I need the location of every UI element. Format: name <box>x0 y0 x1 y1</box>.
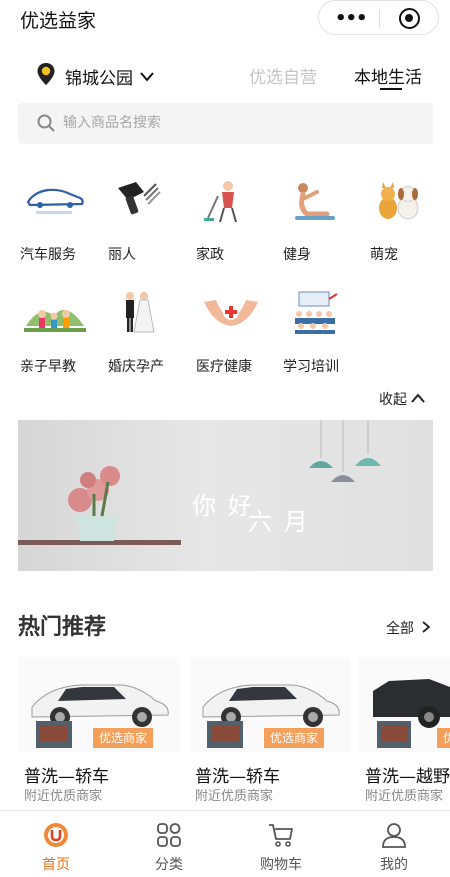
car-logo-icon <box>26 188 84 214</box>
category-label: 亲子早教 <box>20 359 76 375</box>
active-tab-indicator <box>380 88 402 90</box>
category-pets[interactable]: 萌宠 <box>370 178 450 278</box>
product-subtitle: 附近优质商家 <box>195 789 274 804</box>
tab-category[interactable]: 分类 <box>129 819 209 875</box>
medical-hands-icon <box>204 300 258 326</box>
family-icon <box>24 309 86 332</box>
tab-me[interactable]: 我的 <box>354 819 434 875</box>
app-title: 优选益家 <box>20 10 97 32</box>
bottom-tab-bar: 首页 分类 购物车 我的 <box>0 810 450 877</box>
cart-icon <box>269 824 293 847</box>
tab-label: 我的 <box>380 857 408 873</box>
close-target-icon[interactable] <box>399 8 420 29</box>
product-name: 普洗—轿车 <box>24 767 109 787</box>
tab-label: 首页 <box>42 857 70 873</box>
category-label: 医疗健康 <box>196 359 252 375</box>
section-title: 热门推荐 <box>18 615 107 640</box>
location-name[interactable]: 锦城公园 <box>65 64 133 89</box>
grid-icon <box>157 823 181 847</box>
category-fitness[interactable]: 健身 <box>283 178 363 278</box>
merchant-badge: 优选商家 <box>264 728 325 748</box>
search-icon <box>37 114 55 132</box>
product-name: 普洗—越野 <box>365 767 450 787</box>
yoga-icon <box>295 183 335 220</box>
view-all-label: 全部 <box>386 621 414 637</box>
user-icon <box>382 823 406 848</box>
product-card[interactable]: 优选商家 普洗—越野 附近优质商家 <box>359 657 450 807</box>
tab-label: 购物车 <box>260 857 302 873</box>
category-wedding[interactable]: 婚庆孕产 <box>108 290 188 390</box>
category-label: 婚庆孕产 <box>108 359 164 375</box>
search-input[interactable] <box>63 111 413 135</box>
chevron-down-icon[interactable] <box>140 70 154 84</box>
view-all-button[interactable]: 全部 <box>386 618 430 638</box>
more-menu-icon[interactable]: ••• <box>335 8 368 29</box>
category-label: 丽人 <box>108 247 136 263</box>
category-early-education[interactable]: 亲子早教 <box>20 290 100 390</box>
category-label: 萌宠 <box>370 247 398 263</box>
pets-icon <box>379 182 419 220</box>
chevron-right-icon <box>422 621 430 633</box>
tab-local-life[interactable]: 本地生活 <box>354 63 422 88</box>
title-bar: 优选益家 ••• <box>0 0 450 36</box>
category-label: 健身 <box>283 247 311 263</box>
category-housekeeping[interactable]: 家政 <box>196 178 276 278</box>
merchant-badge: 优选商家 <box>93 728 154 748</box>
capsule-divider <box>379 10 380 27</box>
home-logo-icon <box>44 823 68 847</box>
category-label: 汽车服务 <box>20 247 76 263</box>
category-beauty[interactable]: 丽人 <box>108 178 188 278</box>
search-bar[interactable] <box>18 103 433 144</box>
category-label: 家政 <box>196 247 224 263</box>
mini-program-capsule: ••• <box>318 0 439 35</box>
category-car-service[interactable]: 汽车服务 <box>20 178 100 278</box>
merchant-badge: 优选商家 <box>437 728 450 805</box>
hair-dryer-icon <box>118 182 161 215</box>
banner-text-1: 你 好 <box>192 492 254 520</box>
collapse-label: 收起 <box>379 392 407 408</box>
classroom-icon <box>295 291 338 334</box>
housekeeping-icon <box>204 181 237 223</box>
location-row: 锦城公园 优选自营 本地生活 <box>0 58 450 92</box>
tab-label: 分类 <box>155 857 183 873</box>
product-card[interactable]: 优选商家 普洗—轿车 附近优质商家 <box>18 657 180 807</box>
banner-text-2: 六 月 <box>248 508 310 536</box>
tab-home[interactable]: 首页 <box>16 819 96 875</box>
tab-cart[interactable]: 购物车 <box>241 819 321 875</box>
category-learning[interactable]: 学习培训 <box>283 290 363 390</box>
tab-self-operated[interactable]: 优选自营 <box>249 63 317 88</box>
collapse-button[interactable]: 收起 <box>379 389 425 409</box>
promo-banner[interactable]: 你 好 六 月 <box>18 420 433 571</box>
product-subtitle: 附近优质商家 <box>365 789 444 804</box>
product-name: 普洗—轿车 <box>195 767 280 787</box>
category-label: 学习培训 <box>283 359 339 375</box>
category-medical[interactable]: 医疗健康 <box>196 290 276 390</box>
chevron-up-icon <box>411 393 425 403</box>
product-card[interactable]: 优选商家 普洗—轿车 附近优质商家 <box>189 657 351 807</box>
product-subtitle: 附近优质商家 <box>24 789 103 804</box>
wedding-couple-icon <box>126 292 155 333</box>
location-pin-icon <box>37 63 55 85</box>
page: 优选益家 ••• 锦城公园 优选自营 本地生活 输入商品名搜索 汽车服务 丽人 … <box>0 0 450 877</box>
